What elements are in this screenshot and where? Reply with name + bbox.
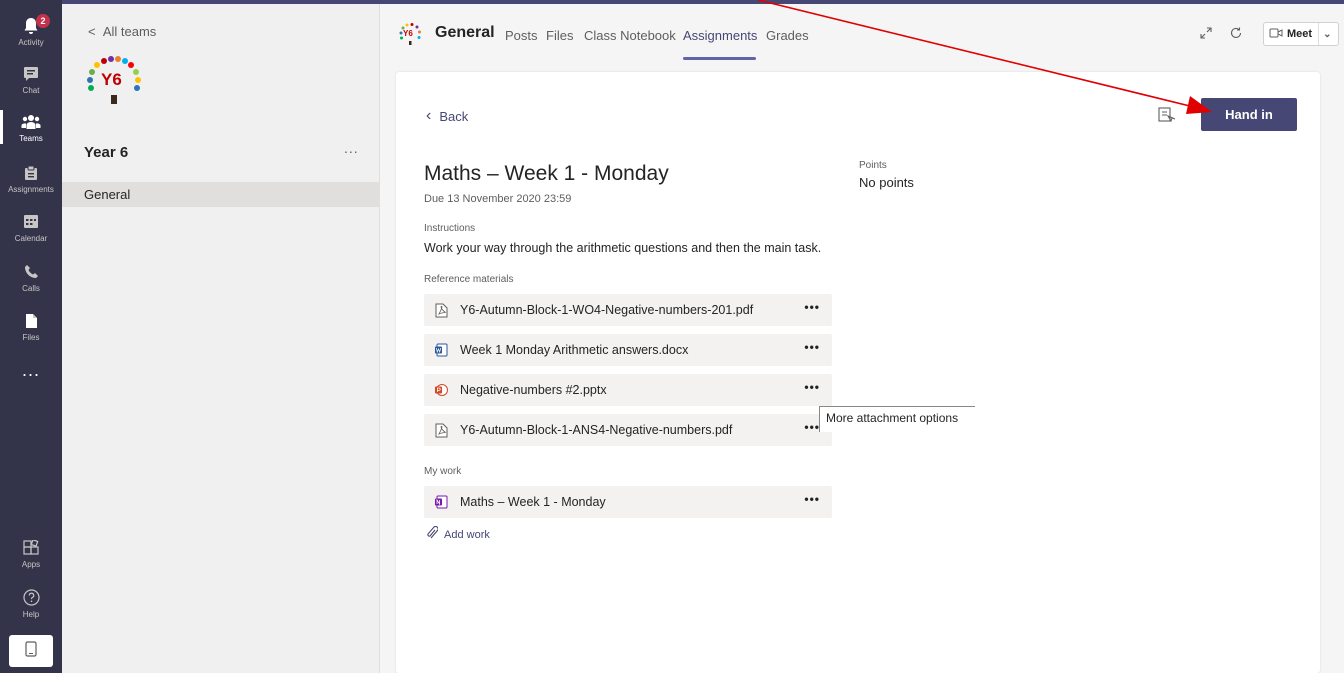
chevron-left-icon: < <box>88 24 96 39</box>
rail-item-assignments[interactable]: Assignments <box>0 155 62 201</box>
video-camera-icon <box>1269 28 1283 41</box>
rail-label-calendar: Calendar <box>14 233 48 243</box>
rail-label-files: Files <box>22 332 40 342</box>
tab-class-notebook[interactable]: Class Notebook <box>584 28 676 43</box>
chevron-left-icon: ‹ <box>426 107 432 124</box>
back-button[interactable]: ‹ Back <box>426 107 468 125</box>
file-name: Week 1 Monday Arithmetic answers.docx <box>460 343 689 357</box>
pdf-icon <box>434 302 448 318</box>
pdf-icon <box>434 422 448 438</box>
rail-label-activity: Activity <box>18 37 44 47</box>
mobile-device-icon <box>25 640 37 662</box>
teams-icon <box>20 112 42 132</box>
tab-assignments[interactable]: Assignments <box>683 28 757 43</box>
rail-item-chat[interactable]: Chat <box>0 56 62 102</box>
file-more-options-button[interactable]: ••• <box>804 420 820 434</box>
file-more-options-button[interactable]: ••• <box>804 340 820 354</box>
file-more-options-button[interactable]: ••• <box>804 300 820 314</box>
instructions-label: Instructions <box>424 223 476 234</box>
paperclip-icon <box>426 525 439 543</box>
channel-title: General <box>435 24 495 41</box>
channel-avatar: Y6 <box>397 22 423 48</box>
file-icon <box>20 311 42 331</box>
channel-avatar-text: Y6 <box>403 29 413 38</box>
points-value: No points <box>859 175 914 190</box>
hand-in-button[interactable]: Hand in <box>1201 98 1297 131</box>
reference-file-item[interactable]: Y6-Autumn-Block-1-ANS4-Negative-numbers.… <box>424 414 832 446</box>
rail-label-help: Help <box>22 609 40 619</box>
my-work-label: My work <box>424 466 462 477</box>
activity-badge: 2 <box>36 14 50 28</box>
team-logo: Y6 <box>78 54 150 114</box>
tab-grades[interactable]: Grades <box>766 28 809 43</box>
my-work-file-item[interactable]: Maths – Week 1 - Monday ••• <box>424 486 832 518</box>
file-name: Negative-numbers #2.pptx <box>460 383 607 397</box>
instructions-text: Work your way through the arithmetic que… <box>424 241 822 255</box>
assignment-title: Maths – Week 1 - Monday <box>424 162 669 185</box>
rail-item-teams[interactable]: Teams <box>0 104 62 150</box>
back-label: Back <box>439 108 469 124</box>
rail-more-button[interactable]: ... <box>0 360 62 381</box>
tab-files[interactable]: Files <box>546 28 573 43</box>
add-work-button[interactable]: Add work <box>426 525 490 543</box>
expand-icon[interactable] <box>1199 26 1215 42</box>
file-name: Maths – Week 1 - Monday <box>460 495 606 509</box>
apps-icon <box>20 538 42 558</box>
active-tab-indicator <box>683 57 756 60</box>
powerpoint-icon <box>434 382 448 398</box>
help-icon <box>20 588 42 608</box>
tab-posts[interactable]: Posts <box>505 28 538 43</box>
rail-item-help[interactable]: Help <box>0 580 62 626</box>
word-doc-icon <box>434 342 448 358</box>
assignment-card: ‹ Back Hand in Maths – Week 1 - Monday D… <box>396 72 1320 673</box>
download-mobile-button[interactable] <box>9 635 53 667</box>
team-name: Year 6 <box>84 144 129 161</box>
points-label: Points <box>859 160 887 171</box>
chat-icon <box>20 64 42 84</box>
file-more-options-button[interactable]: ••• <box>804 492 820 506</box>
rail-label-calls: Calls <box>22 283 40 293</box>
channel-item-general[interactable]: General <box>62 182 379 207</box>
rail-item-calls[interactable]: Calls <box>0 254 62 300</box>
meet-button[interactable]: Meet ⌄ <box>1263 22 1339 46</box>
file-name: Y6-Autumn-Block-1-ANS4-Negative-numbers.… <box>460 423 733 437</box>
app-rail: 2 Activity Chat Teams Assignments Calend… <box>0 0 62 673</box>
phone-icon <box>20 262 42 282</box>
file-name: Y6-Autumn-Block-1-WO4-Negative-numbers-2… <box>460 303 754 317</box>
refresh-icon[interactable] <box>1229 26 1245 42</box>
more-options-tooltip: More attachment options <box>819 406 975 432</box>
rail-item-calendar[interactable]: Calendar <box>0 204 62 250</box>
rail-label-apps: Apps <box>21 559 41 569</box>
meet-label: Meet <box>1287 28 1313 40</box>
reference-file-item[interactable]: Negative-numbers #2.pptx ••• <box>424 374 832 406</box>
chevron-down-icon[interactable]: ⌄ <box>1319 29 1331 40</box>
channel-label: General <box>84 187 131 202</box>
onenote-icon <box>434 494 448 510</box>
team-panel: < All teams Y6 Year 6 ... General <box>62 4 380 673</box>
add-work-label: Add work <box>444 528 490 541</box>
all-teams-link[interactable]: < All teams <box>88 24 156 39</box>
team-logo-text: Y6 <box>101 70 122 89</box>
file-more-options-button[interactable]: ••• <box>804 380 820 394</box>
rail-label-teams: Teams <box>19 133 43 143</box>
calendar-icon <box>20 212 42 232</box>
rail-label-assignments: Assignments <box>8 184 54 194</box>
reference-file-item[interactable]: Week 1 Monday Arithmetic answers.docx ••… <box>424 334 832 366</box>
rail-item-files[interactable]: Files <box>0 303 62 349</box>
reference-materials-label: Reference materials <box>424 274 514 285</box>
rail-label-chat: Chat <box>22 85 40 95</box>
rail-item-activity[interactable]: 2 Activity <box>0 8 62 54</box>
team-more-button[interactable]: ... <box>344 140 359 156</box>
all-teams-label: All teams <box>102 24 157 39</box>
immersive-reader-icon[interactable] <box>1158 106 1176 124</box>
assignments-icon <box>20 163 42 183</box>
reference-file-item[interactable]: Y6-Autumn-Block-1-WO4-Negative-numbers-2… <box>424 294 832 326</box>
rail-item-apps[interactable]: Apps <box>0 530 62 576</box>
due-date: Due 13 November 2020 23:59 <box>424 193 572 205</box>
channel-header: Y6 General Posts Files Class Notebook As… <box>381 4 1344 66</box>
